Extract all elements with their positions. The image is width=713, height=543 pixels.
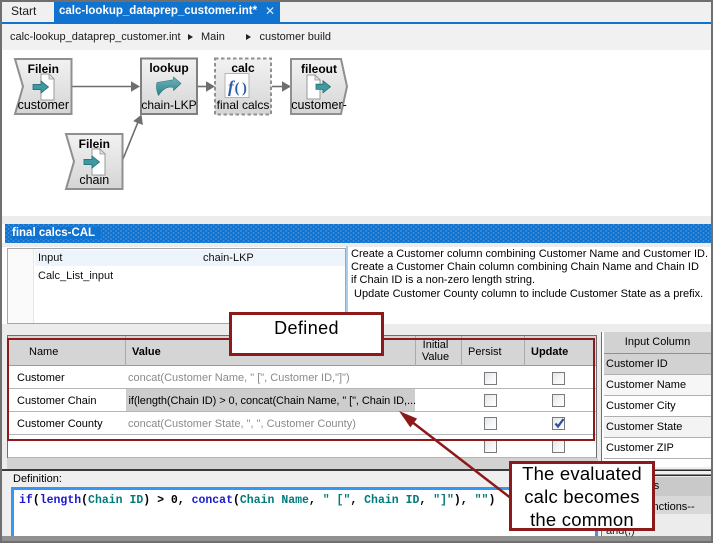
- svg-text:lookup: lookup: [149, 61, 188, 75]
- svg-text:calc: calc: [231, 61, 255, 75]
- svg-text:final calcs: final calcs: [217, 98, 270, 112]
- svg-text:chain-LKP: chain-LKP: [141, 98, 196, 112]
- svg-text:f(): f(): [228, 78, 249, 97]
- svg-text:customer-: customer-: [291, 98, 347, 112]
- svg-text:fileout: fileout: [301, 62, 337, 76]
